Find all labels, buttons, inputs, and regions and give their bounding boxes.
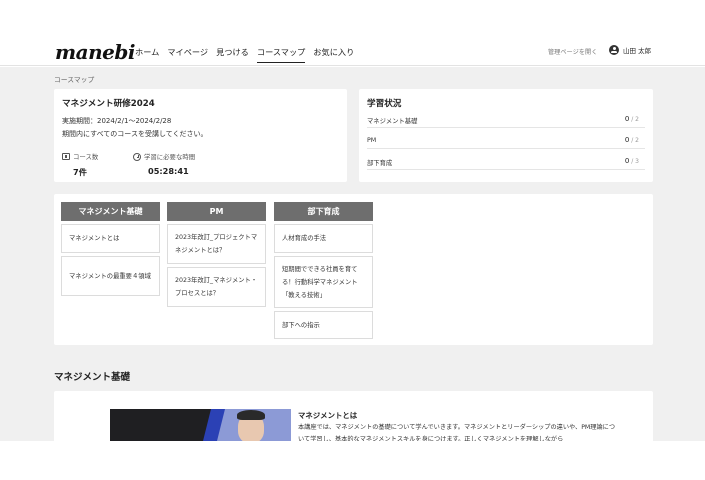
course-map-column: マネジメント基礎 マネジメントとは マネジメントの最重要４領域	[61, 202, 160, 296]
progress-row-count: 0 / 2	[624, 115, 639, 123]
progress-row: 部下育成 0 / 3	[367, 157, 645, 170]
course-count-label-text: コース数	[73, 153, 99, 161]
course-item[interactable]: マネジメントの最重要４領域	[61, 256, 160, 296]
course-map-card: マネジメント基礎 マネジメントとは マネジメントの最重要４領域 PM 2023年…	[54, 194, 653, 345]
user-avatar-icon	[609, 45, 619, 55]
course-map-column: PM 2023年改訂_プロジェクトマネジメントとは？ 2023年改訂_マネジメン…	[167, 202, 266, 307]
course-map-column: 部下育成 人材育成の手法 短期間でできる社員を育てる！行動科学マネジメント「教え…	[274, 202, 373, 339]
module-card[interactable]: マネジメントとは 本講座では、マネジメントの基礎について学んでいきます。マネジメ…	[54, 391, 653, 441]
instructor-hair	[237, 410, 265, 420]
study-time-label: 学習に必要な時間	[133, 152, 195, 161]
nav-home[interactable]: ホーム	[135, 46, 159, 63]
clock-icon	[133, 152, 141, 161]
course-item[interactable]: 短期間でできる社員を育てる！行動科学マネジメント「教える技術」	[274, 256, 373, 308]
user-name: 山田 太郎	[623, 47, 652, 55]
module-thumbnail[interactable]	[110, 409, 291, 441]
course-period-note: 期間内にすべてのコースを受講してください。	[62, 130, 208, 138]
progress-row-count: 0 / 3	[624, 157, 639, 165]
admin-page-link[interactable]: 管理ページを開く	[548, 47, 597, 56]
column-header: マネジメント基礎	[61, 202, 160, 221]
learning-status-title: 学習状況	[367, 99, 402, 109]
learning-status-card: 学習状況 マネジメント基礎 0 / 2 PM 0 / 2 部下育成 0 / 3	[359, 89, 653, 182]
course-item[interactable]: 部下への指示	[274, 311, 373, 339]
manebi-logo[interactable]: manebi	[55, 40, 135, 64]
section-heading: マネジメント基礎	[54, 372, 131, 383]
column-header: 部下育成	[274, 202, 373, 221]
course-item[interactable]: マネジメントとは	[61, 224, 160, 253]
main-nav: ホーム マイページ 見つける コースマップ お気に入り	[135, 46, 354, 63]
course-item[interactable]: 2023年改訂_プロジェクトマネジメントとは？	[167, 224, 266, 264]
course-item[interactable]: 人材育成の手法	[274, 224, 373, 253]
module-title[interactable]: マネジメントとは	[298, 410, 357, 421]
progress-row: マネジメント基礎 0 / 2	[367, 115, 645, 128]
nav-discover[interactable]: 見つける	[216, 46, 249, 63]
nav-course-map[interactable]: コースマップ	[256, 46, 306, 63]
nav-favorites[interactable]: お気に入り	[313, 46, 354, 63]
progress-total: 2	[635, 137, 639, 144]
study-time-value: 05:28:41	[148, 166, 189, 176]
top-navigation-bar: manebi ホーム マイページ 見つける コースマップ お気に入り 管理ページ…	[0, 36, 705, 66]
course-period: 実施期間：2024/2/1〜2024/2/28	[62, 117, 172, 125]
progress-total: 3	[635, 158, 639, 165]
course-count-label: コース数	[62, 152, 98, 161]
progress-row-count: 0 / 2	[624, 136, 639, 144]
course-count-value: 7件	[73, 167, 87, 177]
main-content: コースマップ マネジメント研修2024 実施期間：2024/2/1〜2024/2…	[0, 67, 705, 441]
course-info-card: マネジメント研修2024 実施期間：2024/2/1〜2024/2/28 期間内…	[54, 89, 347, 182]
progress-row-label: PM	[367, 137, 377, 144]
column-header: PM	[167, 202, 266, 221]
progress-row-label: 部下育成	[367, 160, 393, 167]
module-description: 本講座では、マネジメントの基礎について学んでいきます。マネジメントとリーダーシッ…	[298, 424, 616, 441]
progress-row-label: マネジメント基礎	[367, 118, 418, 125]
breadcrumb: コースマップ	[54, 76, 95, 84]
course-item[interactable]: 2023年改訂_マネジメント・プロセスとは？	[167, 267, 266, 307]
progress-total: 2	[635, 116, 639, 123]
user-menu[interactable]: 山田 太郎	[609, 45, 651, 55]
book-icon	[62, 153, 70, 160]
nav-mypage[interactable]: マイページ	[167, 46, 208, 63]
progress-row: PM 0 / 2	[367, 136, 645, 149]
study-time-label-text: 学習に必要な時間	[144, 153, 196, 161]
course-title: マネジメント研修2024	[62, 99, 155, 109]
